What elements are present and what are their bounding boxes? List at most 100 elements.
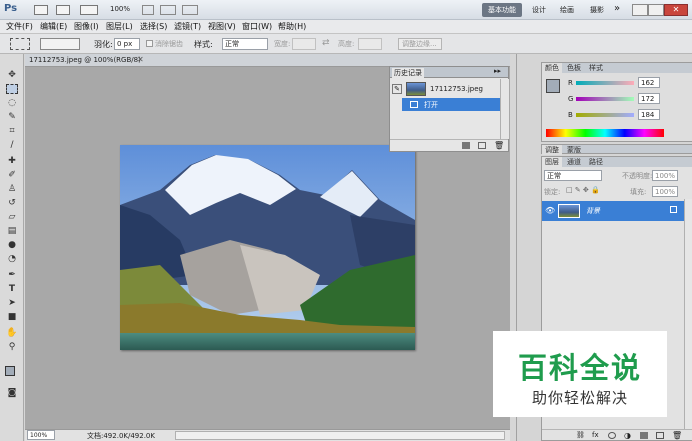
zoom-level[interactable]: 100%: [110, 5, 130, 13]
shape-tool-icon[interactable]: ■: [6, 312, 18, 322]
tab-color[interactable]: 颜色: [542, 63, 562, 73]
menu-image[interactable]: 图像(I): [74, 21, 99, 32]
blue-slider[interactable]: [576, 113, 634, 117]
eraser-tool-icon[interactable]: ▱: [6, 212, 18, 222]
red-slider[interactable]: [576, 81, 634, 85]
layer-visibility-eye-icon[interactable]: 👁: [545, 206, 555, 215]
blue-value[interactable]: 184: [638, 109, 660, 120]
fill-input[interactable]: 100%: [652, 186, 678, 197]
panel-collapse-icon[interactable]: ▸▸: [494, 67, 501, 75]
history-brush-source-icon[interactable]: ✎: [392, 84, 402, 94]
history-state-row[interactable]: 打开: [402, 98, 508, 111]
adjustment-layer-icon[interactable]: ◑: [624, 431, 631, 440]
minibridge-icon[interactable]: [56, 5, 70, 15]
history-brush-tool-icon[interactable]: ↺: [6, 198, 18, 208]
menu-edit[interactable]: 编辑(E): [40, 21, 67, 32]
tab-styles[interactable]: 样式: [586, 63, 606, 73]
marquee-preset-icon[interactable]: [10, 38, 30, 50]
restore-button[interactable]: [648, 4, 664, 16]
tab-masks[interactable]: 蒙版: [564, 145, 584, 155]
workspace-photography[interactable]: 摄影: [590, 5, 604, 15]
history-scrollbar[interactable]: [500, 79, 509, 139]
style-select[interactable]: 正常: [222, 38, 268, 50]
more-workspaces-icon[interactable]: »: [614, 3, 620, 14]
move-tool-icon[interactable]: ✥: [6, 70, 18, 80]
layers-scrollbar[interactable]: [684, 199, 692, 429]
marquee-tool-icon[interactable]: [6, 84, 18, 94]
history-snapshot-row[interactable]: ✎ 17112753.jpeg: [390, 81, 500, 97]
screen-mode-icon[interactable]: [182, 5, 198, 15]
hand-tool-icon[interactable]: ✋: [6, 328, 18, 338]
workspace-basic-button[interactable]: 基本功能: [482, 3, 522, 17]
gradient-tool-icon[interactable]: ▤: [6, 226, 18, 236]
workspace-design[interactable]: 设计: [532, 5, 546, 15]
blur-tool-icon[interactable]: ●: [6, 240, 18, 250]
workspace-painting[interactable]: 绘画: [560, 5, 574, 15]
new-snapshot-icon[interactable]: [478, 142, 486, 149]
menu-layer[interactable]: 图层(L): [106, 21, 133, 32]
height-input[interactable]: [358, 38, 382, 50]
menu-file[interactable]: 文件(F): [6, 21, 33, 32]
history-tab[interactable]: 历史记录: [392, 68, 424, 78]
clone-stamp-tool-icon[interactable]: ♙: [6, 184, 18, 194]
horizontal-scrollbar[interactable]: [175, 431, 505, 440]
green-value[interactable]: 172: [638, 93, 660, 104]
view-extras-icon[interactable]: [80, 5, 98, 15]
lasso-tool-icon[interactable]: ◌: [6, 98, 18, 108]
menu-help[interactable]: 帮助(H): [278, 21, 306, 32]
minimize-button[interactable]: [632, 4, 648, 16]
bridge-icon[interactable]: [34, 5, 48, 15]
crop-tool-icon[interactable]: ⌗: [6, 126, 18, 136]
quick-mask-icon[interactable]: ◙: [6, 388, 18, 398]
menu-view[interactable]: 视图(V): [208, 21, 236, 32]
opacity-input[interactable]: 100%: [652, 170, 678, 181]
green-slider[interactable]: [576, 97, 634, 101]
feather-input[interactable]: 0 px: [114, 38, 140, 50]
pen-tool-icon[interactable]: ✒: [6, 270, 18, 280]
status-bar: 100% 文档:492.0K/492.0K: [25, 429, 510, 441]
layer-style-icon[interactable]: fx: [592, 431, 599, 439]
type-tool-icon[interactable]: T: [6, 284, 18, 294]
quick-select-tool-icon[interactable]: ✎: [6, 112, 18, 122]
menu-window[interactable]: 窗口(W): [242, 21, 272, 32]
swap-icon[interactable]: ⇄: [322, 38, 330, 48]
tab-adjustments[interactable]: 调整: [542, 145, 562, 155]
tab-paths[interactable]: 路径: [586, 157, 606, 167]
tab-channels[interactable]: 通道: [564, 157, 584, 167]
new-document-from-state-icon[interactable]: [462, 142, 470, 149]
new-layer-icon[interactable]: [656, 432, 664, 439]
brush-tool-icon[interactable]: ✐: [6, 170, 18, 180]
lock-icons[interactable]: □ ✎ ✥ 🔒: [566, 186, 600, 194]
close-button[interactable]: ✕: [664, 4, 688, 16]
dodge-tool-icon[interactable]: ◔: [6, 254, 18, 264]
add-mask-icon[interactable]: [608, 432, 616, 439]
path-select-tool-icon[interactable]: ➤: [6, 298, 18, 308]
tab-layers[interactable]: 图层: [542, 157, 562, 167]
antialias-checkbox[interactable]: [146, 40, 153, 47]
color-fg-swatch[interactable]: [546, 79, 560, 93]
zoom-tool-icon[interactable]: ⚲: [6, 342, 18, 352]
selection-mode-icons[interactable]: [40, 38, 80, 50]
width-input[interactable]: [292, 38, 316, 50]
delete-state-icon[interactable]: 🗑: [494, 141, 504, 150]
link-layers-icon[interactable]: ⛓: [576, 431, 585, 439]
close-document-icon[interactable]: ✕: [137, 55, 144, 64]
refine-edge-button[interactable]: 调整边缘...: [398, 38, 442, 50]
hand-icon[interactable]: [142, 5, 154, 15]
layer-row-background[interactable]: 👁 背景: [542, 201, 684, 221]
title-bar: Ps 100% 基本功能 设计 绘画 摄影 » ✕: [0, 0, 692, 20]
ps-logo: Ps: [4, 3, 18, 14]
tab-swatches[interactable]: 色板: [564, 63, 584, 73]
color-spectrum-bar[interactable]: [546, 129, 664, 137]
arrange-documents-icon[interactable]: [160, 5, 176, 15]
new-group-icon[interactable]: [640, 432, 648, 439]
delete-layer-icon[interactable]: 🗑: [672, 431, 682, 440]
foreground-color-swatch[interactable]: [5, 366, 15, 376]
healing-brush-tool-icon[interactable]: ✚: [6, 156, 18, 166]
eyedropper-tool-icon[interactable]: ∕: [6, 140, 18, 150]
menu-filter[interactable]: 滤镜(T): [174, 21, 201, 32]
blend-mode-select[interactable]: 正常: [544, 170, 602, 181]
status-zoom-field[interactable]: 100%: [27, 430, 55, 440]
menu-select[interactable]: 选择(S): [140, 21, 167, 32]
red-value[interactable]: 162: [638, 77, 660, 88]
